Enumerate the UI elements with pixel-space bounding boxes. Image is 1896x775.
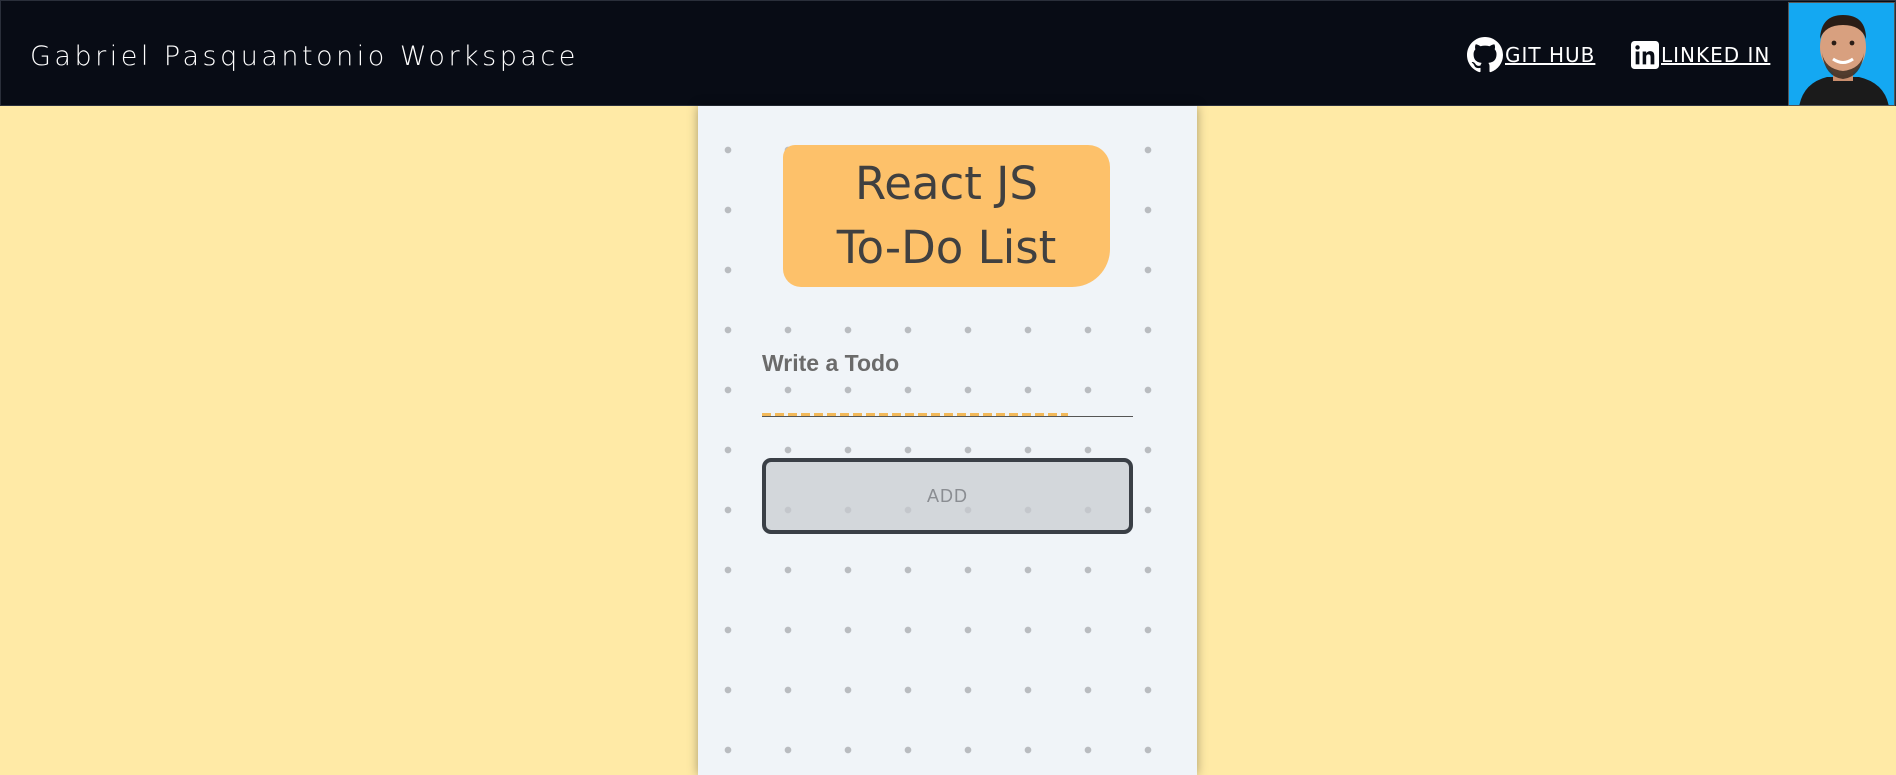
brand-title: Gabriel Pasquantonio Workspace — [30, 41, 579, 72]
linkedin-link-label: LINKED IN — [1661, 43, 1771, 67]
github-icon — [1467, 37, 1503, 73]
github-link[interactable]: GIT HUB — [1467, 37, 1595, 73]
github-link-label: GIT HUB — [1505, 43, 1596, 67]
avatar-portrait — [1789, 3, 1894, 105]
todo-input-underline — [762, 411, 1133, 417]
linkedin-link[interactable]: LINKED IN — [1631, 37, 1770, 73]
app-title-line2: To-Do List — [836, 221, 1057, 274]
add-button[interactable]: ADD — [762, 458, 1133, 534]
app-title-line1: React JS — [854, 157, 1039, 210]
todo-input-label: Write a Todo — [762, 350, 900, 376]
linkedin-icon — [1631, 41, 1659, 69]
app-title: React JS To-Do List — [783, 152, 1110, 280]
app-title-box: React JS To-Do List — [783, 145, 1110, 287]
todo-card: React JS To-Do List Write a Todo ADD — [698, 106, 1197, 775]
top-navbar: Gabriel Pasquantonio Workspace GIT HUB L… — [0, 0, 1896, 106]
avatar — [1788, 2, 1895, 106]
